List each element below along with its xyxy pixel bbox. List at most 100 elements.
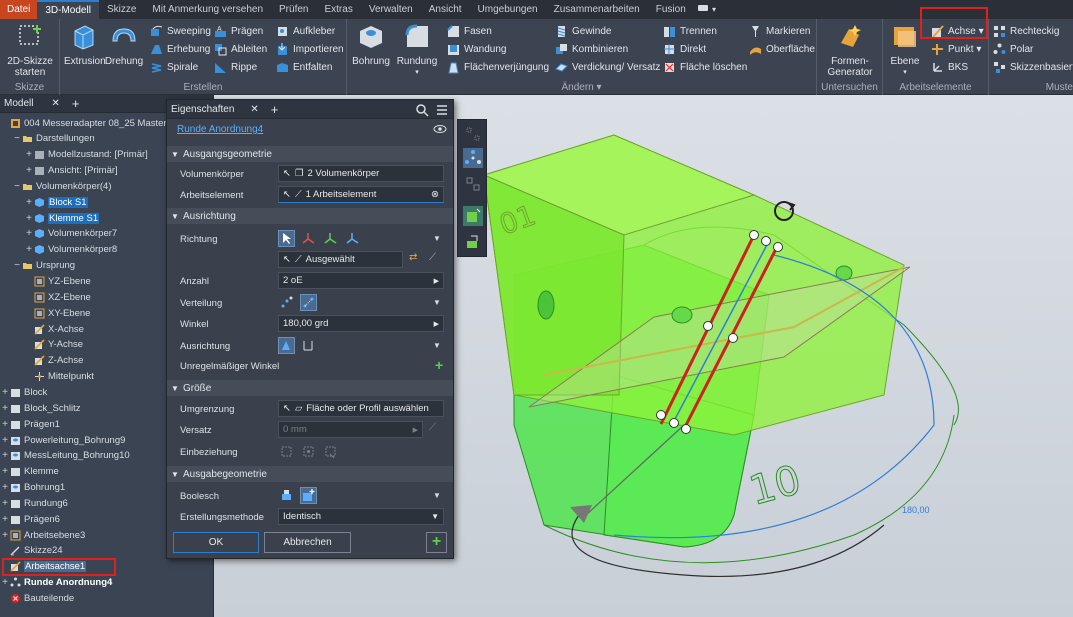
winkel-input[interactable]: 180,00 grd ▶ (278, 315, 444, 332)
menu-datei[interactable]: Datei (0, 0, 38, 19)
boolesch-new-body-toggle[interactable] (300, 487, 317, 504)
menu-fusion[interactable]: Fusion (648, 0, 694, 19)
menu-verwalten[interactable]: Verwalten (361, 0, 421, 19)
tree-item[interactable]: + Runde Anordnung4 (0, 575, 112, 591)
tree-item[interactable]: XZ-Ebene (24, 289, 91, 305)
tree-item[interactable]: + Modellzustand: [Primär] (24, 147, 148, 163)
formen-generator-button[interactable]: Formen-Generator (821, 21, 879, 78)
clear-selection-icon[interactable]: ⊗ (431, 189, 439, 200)
versatz-input[interactable]: 0 mm ▶ (278, 421, 423, 438)
menu-zusammenarbeiten[interactable]: Zusammenarbeiten (546, 0, 648, 19)
importieren-button[interactable]: Importieren (276, 41, 344, 58)
tree-item[interactable]: YZ-Ebene (24, 274, 91, 290)
ribbon-options-button[interactable]: ▾ (696, 2, 722, 17)
richtung-y-toggle[interactable] (322, 230, 339, 247)
tree-item[interactable]: Z-Achse (24, 353, 83, 369)
sweeping-button[interactable]: Sweeping (150, 23, 211, 40)
section-ausgabegeometrie[interactable]: ▼ Ausgabegeometrie (167, 466, 453, 482)
search-icon[interactable] (415, 103, 429, 117)
mini-circular-pattern-button[interactable] (463, 148, 483, 168)
menu-umgebungen[interactable]: Umgebungen (470, 0, 546, 19)
bohrung-button[interactable]: Bohrung (349, 21, 393, 67)
chevron-down-icon[interactable]: ▼ (431, 512, 439, 521)
mini-body-pattern-button[interactable] (463, 206, 483, 226)
expand-icon[interactable]: + (0, 514, 10, 525)
tree-item[interactable]: Bauteilende (0, 591, 74, 607)
bks-button[interactable]: BKS (931, 59, 968, 76)
verdickung-button[interactable]: Verdickung/ Versatz (555, 59, 660, 76)
tree-item[interactable]: + Block S1 (24, 194, 88, 210)
arbeitselement-selector[interactable]: ↖ ⟋ 1 Arbeitselement ⊗ (278, 186, 444, 203)
ausrichtung-fixed-toggle[interactable] (300, 337, 317, 354)
chevron-right-icon[interactable]: ▶ (434, 320, 439, 328)
flaechenverjuengung-button[interactable]: Flächenverjüngung (447, 59, 549, 76)
expand-icon[interactable]: + (0, 577, 10, 588)
tree-item[interactable]: 004 Messeradapter 08_25 Master.ipt (0, 115, 179, 131)
tree-item[interactable]: + Rundung6 (0, 495, 68, 511)
expand-icon[interactable]: + (0, 530, 10, 541)
flaeche-loeschen-button[interactable]: Fläche löschen (663, 59, 747, 76)
tree-item[interactable]: − Ursprung (12, 258, 75, 274)
tree-item[interactable]: + Klemme (0, 464, 59, 480)
rechteckig-button[interactable]: Rechteckig (993, 23, 1059, 40)
grip-point[interactable] (761, 236, 771, 246)
add-tab-icon[interactable]: + (68, 96, 84, 111)
start-2d-sketch-button[interactable]: 2D-Skizze starten (4, 21, 56, 78)
entfalten-button[interactable]: Entfalten (276, 59, 332, 76)
mini-sketch-pattern-button[interactable] (463, 174, 483, 194)
ausrichtung-dropdown-icon[interactable]: ▼ (433, 341, 441, 350)
grip-point[interactable] (656, 410, 666, 420)
direkt-button[interactable]: Direkt (663, 41, 706, 58)
praegen-button[interactable]: A Prägen (214, 23, 263, 40)
section-groesse[interactable]: ▼ Größe (167, 380, 453, 396)
tree-item[interactable]: + Ansicht: [Primär] (24, 163, 118, 179)
ebene-button[interactable]: Ebene ▾ (887, 21, 923, 78)
richtung-select-toggle[interactable] (278, 230, 295, 247)
volumenkoerper-selector[interactable]: ↖ ❐ 2 Volumenkörper (278, 165, 444, 182)
tree-item[interactable]: X-Achse (24, 321, 84, 337)
umgrenzung-selector[interactable]: ↖ ▱ Fläche oder Profil auswählen (278, 400, 444, 417)
ableiten-button[interactable]: Ableiten (214, 41, 267, 58)
richtung-dropdown-icon[interactable]: ▼ (433, 234, 441, 243)
tree-item[interactable]: Skizze24 (0, 543, 63, 559)
menu-icon[interactable] (435, 103, 449, 117)
section-ausrichtung[interactable]: ▼ Ausrichtung (167, 208, 453, 224)
boolesch-join-toggle[interactable] (278, 487, 295, 504)
tree-item[interactable]: + Volumenkörper8 (24, 242, 117, 258)
erhebung-button[interactable]: Erhebung (150, 41, 210, 58)
cancel-button[interactable]: Abbrechen (264, 532, 351, 553)
chevron-right-icon[interactable]: ▶ (434, 277, 439, 285)
tree-item[interactable]: + Bohrung1 (0, 480, 65, 496)
grip-point[interactable] (703, 321, 713, 331)
tree-item[interactable]: − Volumenkörper(4) (12, 178, 111, 194)
tree-item[interactable]: + Arbeitsebene3 (0, 527, 85, 543)
tree-item[interactable]: Mittelpunkt (24, 369, 94, 385)
menu-pruefen[interactable]: Prüfen (271, 0, 316, 19)
ausrichtung-rotational-toggle[interactable] (278, 337, 295, 354)
eye-icon[interactable] (433, 124, 447, 134)
menu-ansicht[interactable]: Ansicht (421, 0, 470, 19)
skizzenbasiert-button[interactable]: Skizzenbasiert (993, 59, 1073, 76)
pick-icon[interactable]: ⟋ (429, 252, 436, 263)
richtung-z-toggle[interactable] (344, 230, 361, 247)
expand-icon[interactable]: + (24, 197, 34, 208)
add-tab-icon[interactable]: + (267, 102, 283, 117)
grip-point[interactable] (728, 333, 738, 343)
ok-button[interactable]: OK (173, 532, 259, 553)
grip-point[interactable] (669, 418, 679, 428)
wandung-button[interactable]: Wandung (447, 41, 506, 58)
expand-icon[interactable]: + (0, 403, 10, 414)
grip-point[interactable] (749, 230, 759, 240)
expand-icon[interactable]: + (24, 244, 34, 255)
punkt-button[interactable]: Punkt ▾ (931, 41, 981, 58)
menu-extras[interactable]: Extras (316, 0, 360, 19)
expand-icon[interactable]: + (0, 498, 10, 509)
trennen-button[interactable]: Trennen (663, 23, 717, 40)
expand-icon[interactable]: + (0, 435, 10, 446)
tree-item[interactable]: Y-Achse (24, 337, 83, 353)
richtung-selector[interactable]: ↖ ⟋ Ausgewählt (278, 251, 403, 268)
expand-icon[interactable]: + (24, 228, 34, 239)
mini-rectangular-pattern-button[interactable] (463, 124, 483, 144)
oberflaeche-button[interactable]: Oberfläche (749, 41, 815, 58)
tree-item[interactable]: + Klemme S1 (24, 210, 100, 226)
